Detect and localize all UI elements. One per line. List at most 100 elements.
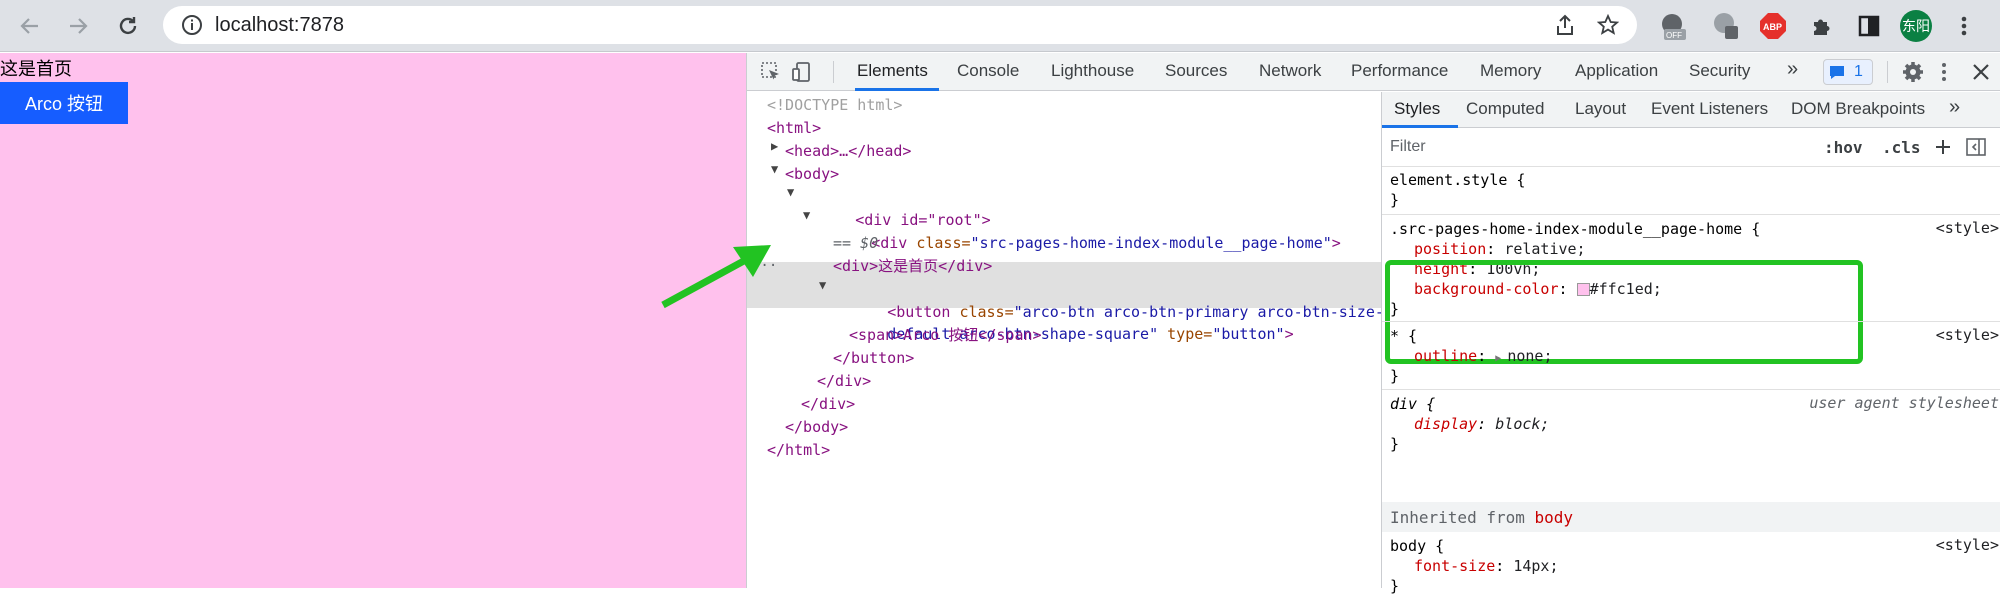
property-value: 14px; xyxy=(1513,557,1559,575)
back-button[interactable] xyxy=(14,10,46,42)
button-close-node[interactable]: </button> xyxy=(833,347,914,370)
colon: : xyxy=(1495,557,1514,575)
cls-toggle[interactable]: .cls xyxy=(1882,138,1921,157)
div-selector[interactable]: div { xyxy=(1390,394,1435,414)
rule-source-link[interactable]: <style> xyxy=(1936,326,1999,344)
property-name: display xyxy=(1414,415,1478,433)
divider xyxy=(1382,321,2000,322)
url-text: localhost:7878 xyxy=(215,14,344,36)
colon: : xyxy=(1486,240,1505,258)
profile-avatar[interactable]: 东阳 xyxy=(1900,10,1932,42)
tab-lighthouse[interactable]: Lighthouse xyxy=(1051,61,1134,81)
reload-button[interactable] xyxy=(112,10,144,42)
position-declaration[interactable]: position: relative; xyxy=(1414,239,1586,259)
bookmark-star-icon[interactable] xyxy=(1597,14,1619,36)
tab-security[interactable]: Security xyxy=(1689,61,1750,81)
address-bar[interactable]: localhost:7878 xyxy=(163,6,1637,44)
body-node[interactable]: <body> xyxy=(785,163,839,186)
div-close-node[interactable]: </div> xyxy=(801,393,855,416)
html-node[interactable]: <html> xyxy=(767,117,821,140)
attr-value: "src-pages-home-index-module__page-home" xyxy=(970,234,1332,252)
property-value: relative; xyxy=(1504,240,1586,258)
rule-source-link[interactable]: <style> xyxy=(1936,219,1999,237)
expand-triangle-icon[interactable]: ▶ xyxy=(1495,353,1507,364)
tab-application[interactable]: Application xyxy=(1575,61,1658,81)
head-node[interactable]: <head>…</head> xyxy=(785,140,911,163)
html-close-node[interactable]: </html> xyxy=(767,439,830,462)
colon: : xyxy=(1477,415,1496,433)
page-home-div-node[interactable]: <div class="src-pages-home-index-module_… xyxy=(817,209,1341,252)
universal-selector[interactable]: * { xyxy=(1390,326,1417,346)
page-home-selector[interactable]: .src-pages-home-index-module__page-home … xyxy=(1390,219,1760,239)
more-tabs-chevron-icon[interactable]: » xyxy=(1949,96,1960,119)
attr-name: class= xyxy=(916,234,971,252)
settings-gear-icon[interactable] xyxy=(1902,61,1924,83)
span-node[interactable]: <span>Arco 按钮</span> xyxy=(849,324,1042,347)
extensions-puzzle-icon[interactable] xyxy=(1806,10,1838,42)
arco-primary-button[interactable]: Arco 按钮 xyxy=(0,82,128,124)
doctype-node[interactable]: <!DOCTYPE html> xyxy=(767,94,902,117)
expand-triangle-icon[interactable]: ▶ xyxy=(771,139,778,153)
body-close-node[interactable]: </body> xyxy=(785,416,848,439)
element-style-selector[interactable]: element.style { xyxy=(1390,170,1525,190)
tab-sources[interactable]: Sources xyxy=(1165,61,1227,81)
display-declaration[interactable]: display: block; xyxy=(1414,414,1549,434)
page-home-text: 这是首页 xyxy=(0,59,72,79)
user-agent-source: user agent stylesheet xyxy=(1809,394,1999,412)
collapse-triangle-icon[interactable]: ▼ xyxy=(771,162,778,176)
property-name: font-size xyxy=(1414,557,1496,575)
active-tab-indicator xyxy=(855,88,939,91)
outline-declaration[interactable]: outline: ▶ none; xyxy=(1414,346,1552,366)
collapse-triangle-icon[interactable]: ▼ xyxy=(819,278,826,292)
forward-button[interactable] xyxy=(62,10,94,42)
toggle-sidebar-icon[interactable] xyxy=(1966,137,1986,157)
more-tabs-chevron-icon[interactable]: » xyxy=(1787,58,1798,81)
inherited-from-link[interactable]: body xyxy=(1535,508,1574,527)
green-annotation-arrow xyxy=(661,245,771,309)
rule-source-link[interactable]: <style> xyxy=(1936,536,1999,554)
styles-pane: Styles Computed Layout Event Listeners D… xyxy=(1381,92,2000,595)
div-text-node[interactable]: <div>这是首页</div> xyxy=(833,255,992,278)
root-div-node[interactable]: <div id="root"> xyxy=(801,186,990,229)
adblock-plus-icon[interactable]: ABP xyxy=(1757,10,1789,42)
extension-off-icon[interactable]: OFF xyxy=(1657,10,1689,42)
tab-memory[interactable]: Memory xyxy=(1480,61,1541,81)
share-icon[interactable] xyxy=(1554,14,1576,36)
collapse-triangle-icon[interactable]: ▼ xyxy=(803,208,810,222)
tab-event-listeners[interactable]: Event Listeners xyxy=(1651,99,1768,119)
side-panel-icon[interactable] xyxy=(1853,10,1885,42)
rule-close-brace: } xyxy=(1390,191,1400,209)
info-icon[interactable] xyxy=(181,14,203,36)
attr-name: type= xyxy=(1158,325,1213,343)
inspect-element-icon[interactable] xyxy=(761,62,781,82)
button-node-continued: default arco-btn-shape-square" type="but… xyxy=(833,300,1293,343)
issues-counter[interactable]: 1 xyxy=(1823,59,1873,85)
close-devtools-icon[interactable] xyxy=(1972,63,1990,81)
new-style-rule-plus-icon[interactable] xyxy=(1934,138,1952,156)
font-size-declaration[interactable]: font-size: 14px; xyxy=(1414,556,1559,576)
tab-styles[interactable]: Styles xyxy=(1394,99,1440,119)
hov-toggle[interactable]: :hov xyxy=(1824,138,1863,157)
profile-name: 东阳 xyxy=(1900,10,1932,42)
styles-tab-bar: Styles Computed Layout Event Listeners D… xyxy=(1382,92,2000,128)
device-toolbar-icon[interactable] xyxy=(791,61,813,83)
tab-console[interactable]: Console xyxy=(957,61,1019,81)
divider xyxy=(1382,214,2000,215)
tab-dom-breakpoints[interactable]: DOM Breakpoints xyxy=(1791,99,1925,119)
tab-performance[interactable]: Performance xyxy=(1351,61,1448,81)
styles-filter-input[interactable]: Filter xyxy=(1388,134,1808,162)
tab-layout[interactable]: Layout xyxy=(1575,99,1626,119)
div-close-node[interactable]: </div> xyxy=(817,370,871,393)
menu-kebab-icon[interactable] xyxy=(1948,10,1980,42)
devtools-menu-icon[interactable] xyxy=(1940,61,1948,83)
collapse-triangle-icon[interactable]: ▼ xyxy=(787,185,794,199)
attr-value: "button" xyxy=(1212,325,1285,343)
button-node[interactable]: <button class="arco-btn arco-btn-primary… xyxy=(833,278,1384,321)
translate-extension-icon[interactable] xyxy=(1710,10,1742,42)
tab-elements[interactable]: Elements xyxy=(857,61,928,81)
body-selector[interactable]: body { xyxy=(1390,536,1444,556)
property-name: position xyxy=(1414,240,1487,258)
tab-computed[interactable]: Computed xyxy=(1466,99,1544,119)
property-value: none; xyxy=(1507,347,1553,365)
tab-network[interactable]: Network xyxy=(1259,61,1321,81)
